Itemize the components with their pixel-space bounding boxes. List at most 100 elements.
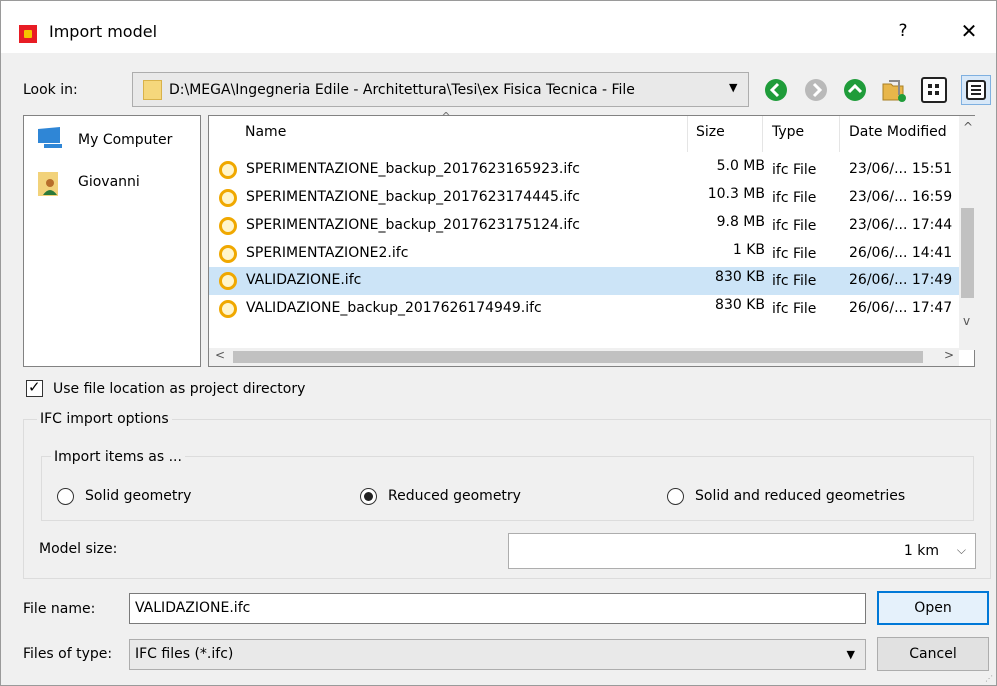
checkmark-icon: ✓: [28, 378, 41, 396]
file-row[interactable]: SPERIMENTAZIONE2.ifc 1 KB ifc File 26/06…: [209, 240, 959, 268]
column-header-date-modified[interactable]: Date Modified: [849, 124, 947, 140]
dropdown-arrow-icon: ▼: [846, 648, 855, 661]
file-row[interactable]: SPERIMENTAZIONE_backup_2017623175124.ifc…: [209, 212, 959, 240]
new-folder-icon: [882, 80, 906, 102]
scroll-right-icon[interactable]: >: [944, 348, 954, 362]
window-title: Import model: [49, 22, 158, 41]
up-arrow-icon: [844, 79, 866, 101]
detail-view-button[interactable]: [961, 75, 991, 105]
list-view-button[interactable]: [921, 77, 947, 103]
cancel-button[interactable]: Cancel: [877, 637, 989, 671]
column-divider: [839, 116, 840, 152]
model-size-dropdown[interactable]: 1 km ⌵: [508, 533, 976, 569]
file-name-input[interactable]: VALIDAZIONE.ifc: [129, 593, 866, 624]
file-name: SPERIMENTAZIONE_backup_2017623174445.ifc: [246, 189, 580, 205]
file-date: 26/06/... 17:49: [849, 272, 953, 288]
file-name: VALIDAZIONE_backup_2017626174949.ifc: [246, 300, 542, 316]
file-row[interactable]: VALIDAZIONE_backup_2017626174949.ifc 830…: [209, 295, 959, 323]
files-of-type-value: IFC files (*.ifc): [135, 646, 234, 662]
file-row-selected[interactable]: VALIDAZIONE.ifc 830 KB ifc File 26/06/..…: [209, 267, 959, 295]
reduced-geometry-label: Reduced geometry: [388, 488, 521, 504]
solid-and-reduced-radio[interactable]: [667, 488, 684, 505]
place-label: Giovanni: [78, 174, 140, 190]
detail-list-icon: [966, 80, 986, 100]
ifc-file-icon: [219, 245, 237, 263]
user-folder-icon: [38, 172, 58, 196]
solid-and-reduced-label: Solid and reduced geometries: [695, 488, 906, 504]
ifc-file-icon: [219, 300, 237, 318]
ifc-file-icon: [219, 217, 237, 235]
look-in-label: Look in:: [23, 82, 78, 98]
file-list[interactable]: Name ^ Size Type Date Modified SPERIMENT…: [208, 110, 976, 367]
horizontal-scroll-thumb[interactable]: [233, 351, 923, 363]
import-items-title: Import items as ...: [51, 449, 185, 465]
sort-ascending-icon: ^: [441, 110, 452, 124]
file-date: 26/06/... 14:41: [849, 245, 953, 261]
scroll-up-icon[interactable]: ^: [963, 120, 973, 134]
file-name: SPERIMENTAZIONE_backup_2017623165923.ifc: [246, 161, 580, 177]
file-type: ifc File: [772, 218, 817, 234]
file-name-label: File name:: [23, 601, 96, 617]
column-header-type[interactable]: Type: [772, 124, 804, 140]
model-size-label: Model size:: [39, 541, 118, 557]
back-button[interactable]: [764, 78, 788, 102]
computer-icon: [38, 127, 62, 148]
file-date: 26/06/... 17:47: [849, 300, 953, 316]
close-button[interactable]: ✕: [954, 17, 984, 45]
places-sidebar: My Computer Giovanni: [23, 115, 201, 367]
folder-icon: [143, 80, 162, 100]
vertical-scrollbar[interactable]: ^ v: [959, 116, 976, 350]
file-type: ifc File: [772, 246, 817, 262]
file-name: VALIDAZIONE.ifc: [246, 272, 362, 288]
icon-grid-icon: [928, 84, 939, 95]
column-header-size[interactable]: Size: [696, 124, 725, 140]
model-size-value: 1 km: [903, 543, 939, 559]
file-date: 23/06/... 16:59: [849, 189, 953, 205]
reduced-geometry-radio[interactable]: [360, 488, 377, 505]
file-type: ifc File: [772, 190, 817, 206]
solid-geometry-label: Solid geometry: [85, 488, 192, 504]
file-size: 1 KB: [732, 242, 765, 258]
scroll-left-icon[interactable]: <: [215, 348, 225, 362]
look-in-dropdown[interactable]: D:\MEGA\Ingegneria Edile - Architettura\…: [132, 72, 749, 107]
column-header-name[interactable]: Name: [245, 124, 286, 140]
file-type: ifc File: [772, 162, 817, 178]
solid-geometry-radio[interactable]: [57, 488, 74, 505]
vertical-scroll-thumb[interactable]: [961, 208, 974, 298]
back-arrow-icon: [765, 79, 787, 101]
files-of-type-label: Files of type:: [23, 646, 113, 662]
ifc-file-icon: [219, 161, 237, 179]
help-button[interactable]: ?: [889, 17, 917, 45]
scroll-down-icon[interactable]: v: [963, 314, 970, 328]
horizontal-scrollbar[interactable]: < >: [209, 348, 959, 366]
look-in-path: D:\MEGA\Ingegneria Edile - Architettura\…: [169, 82, 635, 98]
chevron-down-icon: ⌵: [956, 543, 966, 557]
ifc-import-options-title: IFC import options: [37, 411, 172, 427]
file-size: 830 KB: [715, 297, 765, 313]
file-size: 10.3 MB: [707, 186, 765, 202]
file-name: SPERIMENTAZIONE2.ifc: [246, 245, 409, 261]
use-file-location-checkbox[interactable]: ✓: [26, 378, 43, 397]
file-size: 5.0 MB: [716, 158, 765, 174]
file-name: SPERIMENTAZIONE_backup_2017623175124.ifc: [246, 217, 580, 233]
files-of-type-dropdown[interactable]: IFC files (*.ifc) ▼: [129, 639, 866, 670]
dropdown-arrow-icon: ▼: [729, 81, 738, 94]
ifc-file-icon: [219, 189, 237, 207]
file-row[interactable]: SPERIMENTAZIONE_backup_2017623174445.ifc…: [209, 184, 959, 212]
title-bar[interactable]: Import model ? ✕: [1, 1, 996, 53]
up-folder-button[interactable]: [843, 78, 867, 102]
new-folder-button[interactable]: [881, 77, 907, 103]
app-logo-icon: [19, 25, 37, 43]
column-divider: [762, 116, 763, 152]
file-date: 23/06/... 15:51: [849, 161, 953, 177]
file-type: ifc File: [772, 301, 817, 317]
file-date: 23/06/... 17:44: [849, 217, 953, 233]
use-file-location-label: Use file location as project directory: [53, 381, 306, 397]
file-type: ifc File: [772, 273, 817, 289]
open-button[interactable]: Open: [877, 591, 989, 625]
file-row[interactable]: SPERIMENTAZIONE_backup_2017623165923.ifc…: [209, 156, 959, 184]
column-divider: [687, 116, 688, 152]
resize-grip-icon[interactable]: ⋰: [985, 674, 995, 684]
forward-button[interactable]: [804, 78, 828, 102]
import-model-dialog: Import model ? ✕ Look in: D:\MEGA\Ingegn…: [0, 0, 997, 686]
